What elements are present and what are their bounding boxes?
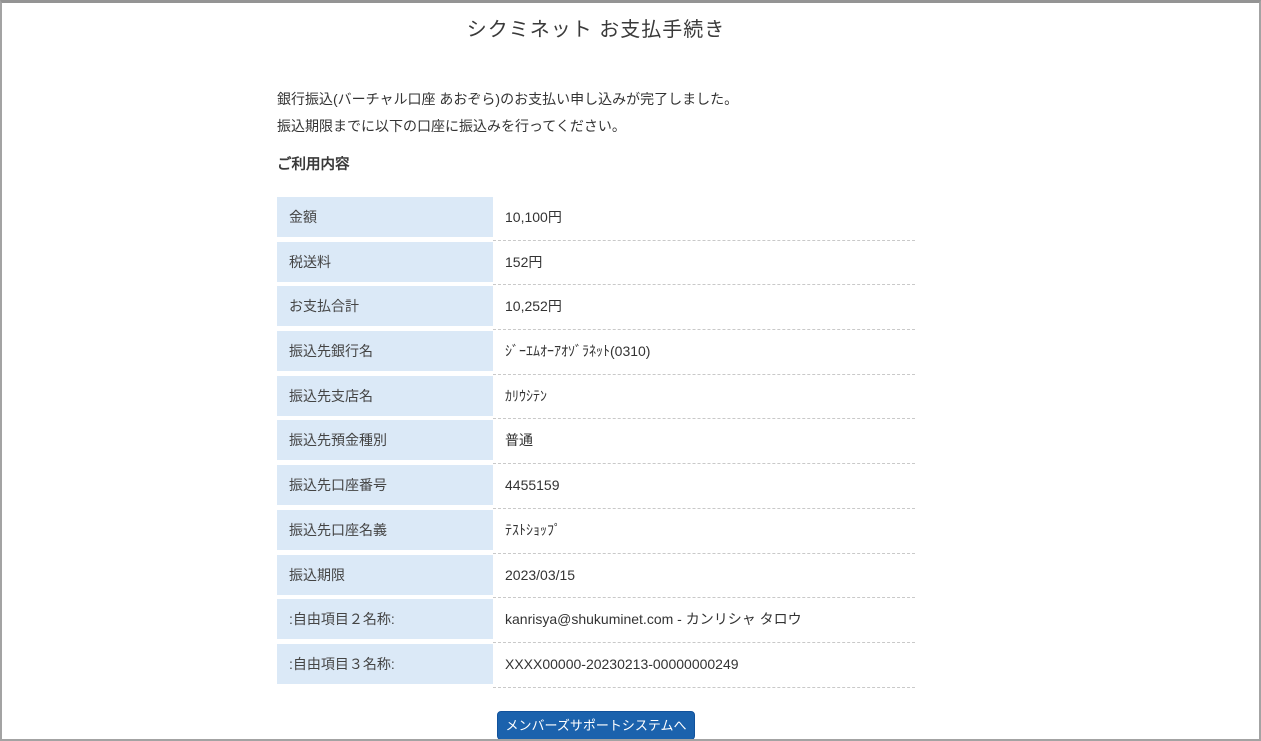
page-title: シクミネット お支払手続き [277,3,915,42]
row-value: 10,252円 [493,286,915,326]
row-value: 4455159 [493,465,915,505]
row-label: 振込先銀行名 [277,331,493,371]
table-row: 振込先銀行名 ｼﾞｰｴﾑｵｰｱｵｿﾞﾗﾈｯﾄ(0310) [277,331,915,376]
usage-details-table: 金額 10,100円 税送料 152円 お支払合計 10,252円 振込先銀行名… [277,197,915,689]
footer-actions: メンバーズサポートシステムへ [277,711,915,740]
row-label: :自由項目２名称: [277,599,493,639]
table-row: 振込先口座番号 4455159 [277,465,915,510]
row-label: 金額 [277,197,493,237]
row-label: 振込先口座名義 [277,510,493,550]
row-value: 普通 [493,420,915,460]
payment-procedure-page: シクミネット お支払手続き 銀行振込(バーチャル口座 あおぞら)のお支払い申し込… [0,0,1261,741]
row-value: ｶﾘｳｼﾃﾝ [493,376,915,416]
row-label: 振込期限 [277,555,493,595]
row-label: :自由項目３名称: [277,644,493,684]
intro-line-2: 振込期限までに以下の口座に振込みを行ってください。 [277,113,915,140]
row-label: 振込先口座番号 [277,465,493,505]
intro-text: 銀行振込(バーチャル口座 あおぞら)のお支払い申し込みが完了しました。 振込期限… [277,86,915,140]
row-value: 10,100円 [493,197,915,237]
table-row: 振込先支店名 ｶﾘｳｼﾃﾝ [277,376,915,421]
row-label: 振込先預金種別 [277,420,493,460]
usage-details-heading: ご利用内容 [277,153,915,174]
table-row: 振込先口座名義 ﾃｽﾄｼｮｯﾌﾟ [277,510,915,555]
table-row: :自由項目３名称: XXXX00000-20230213-00000000249 [277,644,915,689]
row-value: ﾃｽﾄｼｮｯﾌﾟ [493,510,915,550]
members-support-system-button[interactable]: メンバーズサポートシステムへ [497,711,696,740]
table-row: 税送料 152円 [277,242,915,287]
row-value: ｼﾞｰｴﾑｵｰｱｵｿﾞﾗﾈｯﾄ(0310) [493,331,915,371]
row-label: お支払合計 [277,286,493,326]
row-value: kanrisya@shukuminet.com - カンリシャ タロウ [493,599,915,639]
row-label: 税送料 [277,242,493,282]
table-row: 振込期限 2023/03/15 [277,555,915,600]
row-value: 2023/03/15 [493,555,915,595]
table-row: 金額 10,100円 [277,197,915,242]
row-label: 振込先支店名 [277,376,493,416]
content-area: シクミネット お支払手続き 銀行振込(バーチャル口座 あおぞら)のお支払い申し込… [277,3,915,740]
row-value: 152円 [493,242,915,282]
table-row: 振込先預金種別 普通 [277,420,915,465]
table-row: お支払合計 10,252円 [277,286,915,331]
row-value: XXXX00000-20230213-00000000249 [493,644,915,684]
table-row: :自由項目２名称: kanrisya@shukuminet.com - カンリシ… [277,599,915,644]
intro-line-1: 銀行振込(バーチャル口座 あおぞら)のお支払い申し込みが完了しました。 [277,86,915,113]
